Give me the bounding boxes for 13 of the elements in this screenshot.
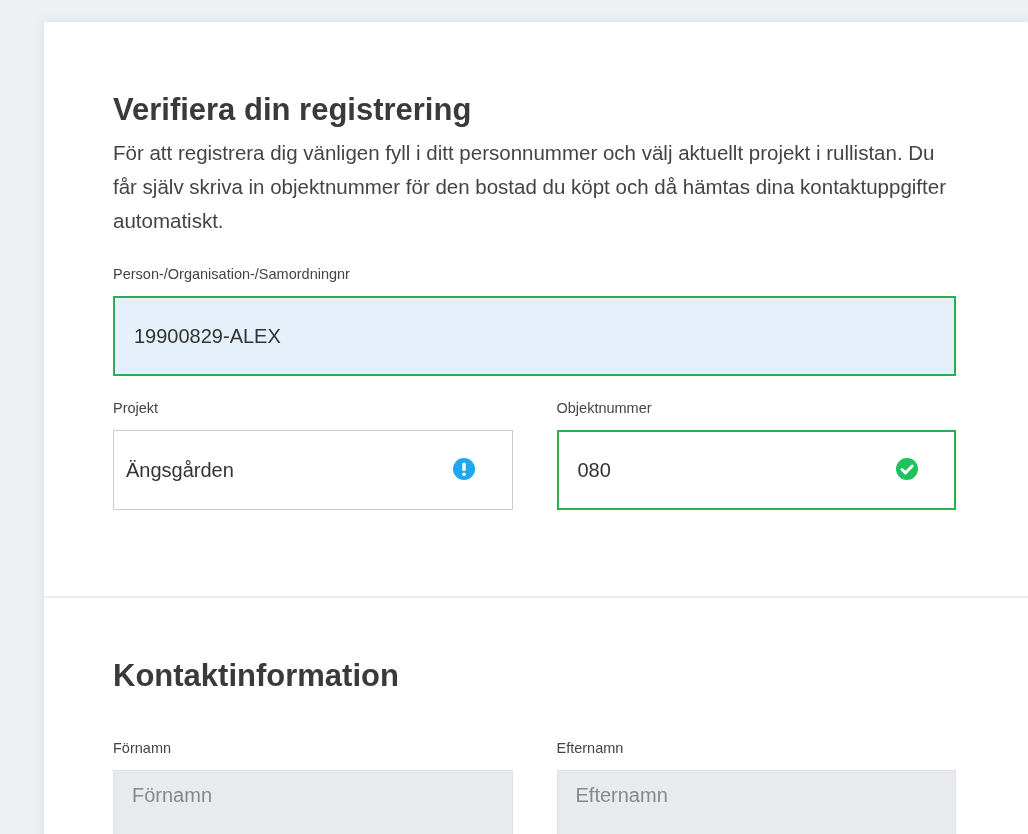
info-icon (452, 458, 475, 480)
check-icon (896, 458, 918, 480)
description-text: För att registrera dig vänligen fyll i ditt personnummer och välj aktuellt projekt i rullistan. Du får själv skriva in objektnummer för den bostad du köpt och då hämtas dina kontaktuppgifter automatiskt. (113, 140, 947, 234)
field-label: Person-/Organisation-/Samordningnr (113, 266, 351, 282)
input-field[interactable]: Ängsgården (113, 430, 513, 510)
input-field[interactable]: 080 (556, 430, 956, 510)
field-label: Förnamn (113, 740, 173, 756)
field-label: Objektnummer (556, 400, 653, 416)
input-field[interactable]: 19900829-ALEX (113, 296, 956, 376)
field-label: Projekt (113, 400, 160, 416)
section-heading: Verifiera din registrering (113, 92, 473, 128)
field-label: Efternamn (556, 740, 625, 756)
section-heading: Kontaktinformation (113, 658, 400, 694)
